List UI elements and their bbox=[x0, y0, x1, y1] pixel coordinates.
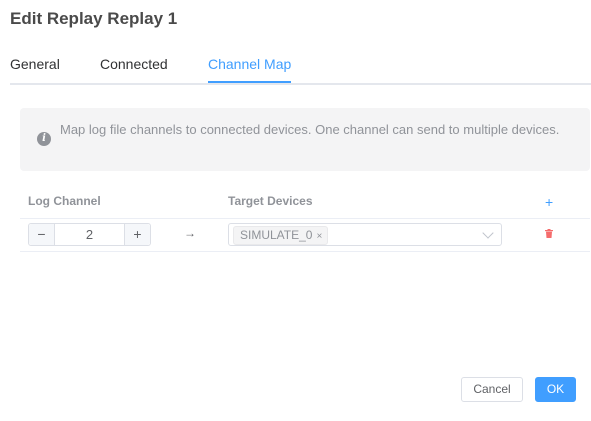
tag-close-icon[interactable]: × bbox=[316, 231, 322, 242]
arrow-right-icon: → bbox=[184, 226, 196, 240]
decrement-button[interactable]: − bbox=[29, 224, 55, 245]
cancel-button[interactable]: Cancel bbox=[461, 377, 523, 402]
tab-channel-map[interactable]: Channel Map bbox=[208, 56, 292, 83]
header-log-channel: Log Channel bbox=[28, 194, 101, 208]
device-tag-label: SIMULATE_0 bbox=[240, 228, 313, 242]
target-devices-select[interactable]: SIMULATE_0 × bbox=[228, 223, 502, 246]
delete-icon[interactable] bbox=[545, 229, 553, 238]
tab-general[interactable]: General bbox=[10, 56, 60, 81]
table-header: Log Channel Target Devices + bbox=[20, 186, 590, 219]
header-target-devices: Target Devices bbox=[228, 194, 313, 208]
log-channel-value[interactable]: 2 bbox=[55, 224, 124, 245]
add-row-icon[interactable]: + bbox=[545, 194, 553, 210]
dialog-title: Edit Replay Replay 1 bbox=[10, 9, 178, 28]
info-text: Map log file channels to connected devic… bbox=[60, 122, 560, 137]
tab-bar: General Connected Channel Map bbox=[10, 52, 591, 85]
log-channel-stepper[interactable]: − 2 + bbox=[28, 223, 151, 246]
ok-button[interactable]: OK bbox=[535, 377, 576, 402]
table-row: − 2 + → SIMULATE_0 × bbox=[20, 219, 590, 252]
info-alert: i Map log file channels to connected dev… bbox=[20, 108, 590, 171]
tab-connected[interactable]: Connected bbox=[100, 56, 168, 81]
chevron-down-icon[interactable] bbox=[482, 227, 494, 239]
device-tag: SIMULATE_0 × bbox=[233, 226, 329, 245]
increment-button[interactable]: + bbox=[124, 224, 150, 245]
info-circle-icon: i bbox=[37, 132, 51, 146]
